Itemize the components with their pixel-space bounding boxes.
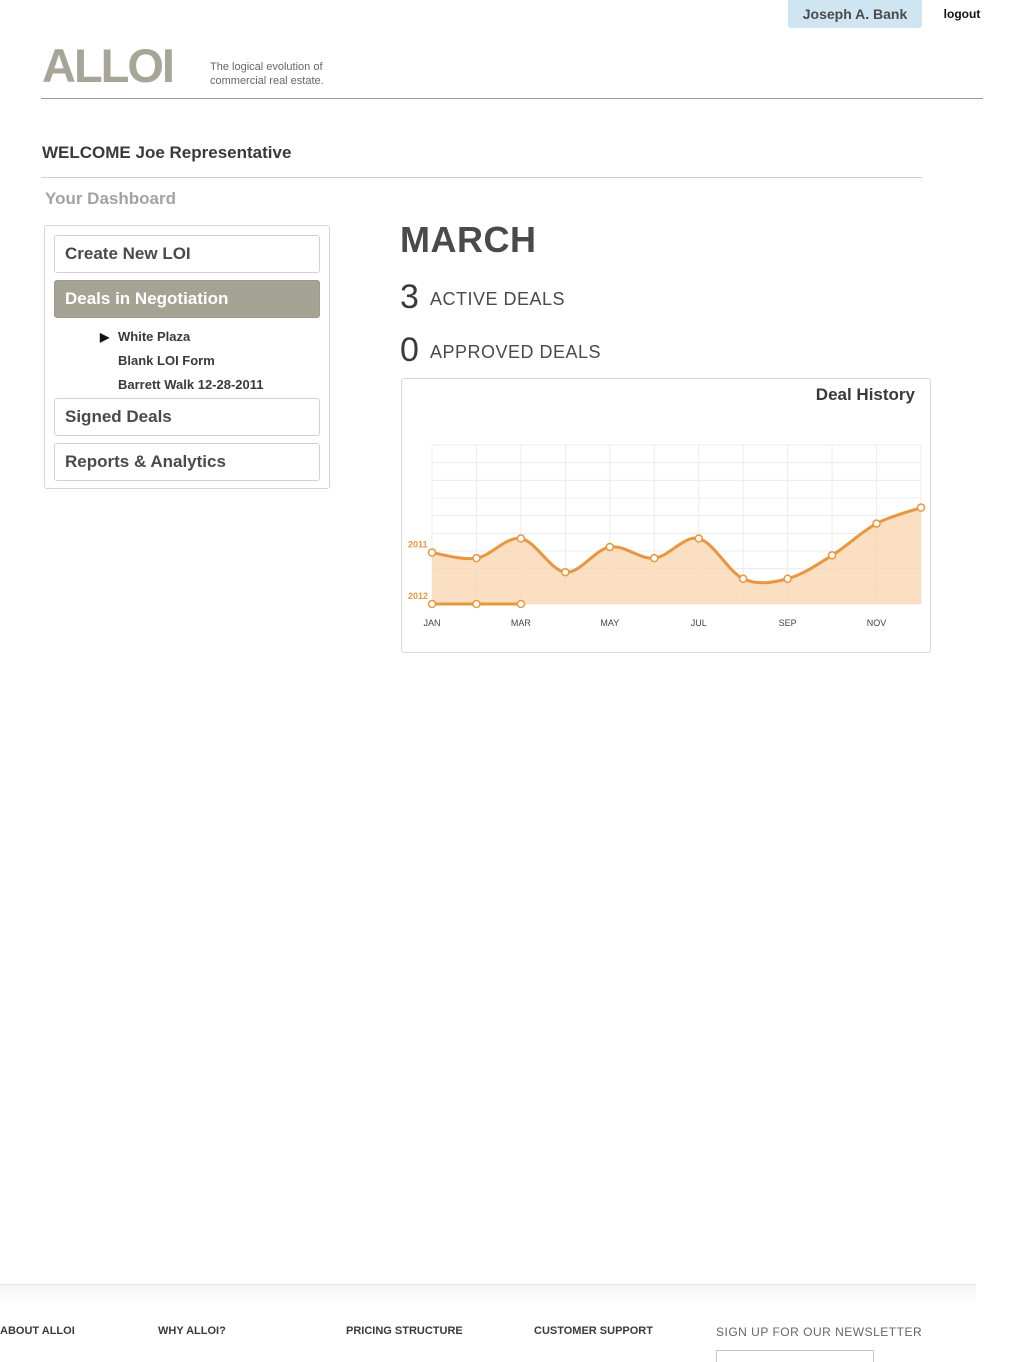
chart-point-2011: [472, 553, 481, 563]
deal-item-label: White Plaza: [118, 329, 191, 344]
chart-x-tick-label: JAN: [423, 618, 440, 628]
chart-series-label-2011: 2011: [408, 540, 428, 550]
chart-point-2011: [605, 542, 615, 552]
newsletter-email-input[interactable]: [716, 1350, 874, 1362]
reports-analytics-button[interactable]: Reports & Analytics: [54, 443, 320, 481]
dashboard-sidebar: Create New LOI Deals in Negotiation ▶ Wh…: [44, 225, 330, 489]
user-name-button[interactable]: Joseph A. Bank: [788, 0, 922, 28]
chart-x-tick-label: SEP: [779, 618, 797, 628]
chart-point-2011: [916, 503, 926, 512]
welcome-heading: WELCOME Joe Representative: [42, 143, 292, 162]
chart-point-2011: [694, 534, 703, 543]
chart-point-2011: [783, 574, 792, 583]
active-deals-count: 3: [400, 278, 419, 316]
footer-link-about[interactable]: ABOUT ALLOI: [0, 1325, 75, 1337]
deal-item-label: Barrett Walk 12-28-2011: [118, 377, 264, 392]
chart-x-tick-label: JUL: [691, 618, 707, 628]
footer-link-support[interactable]: CUSTOMER SUPPORT: [534, 1325, 653, 1337]
footer-link-why[interactable]: WHY ALLOI?: [158, 1325, 226, 1337]
footer-shade: [0, 1285, 976, 1305]
active-deals-label: ACTIVE DEALS: [430, 289, 566, 309]
selected-arrow-icon: ▶: [100, 330, 110, 344]
chart-point-2012: [516, 599, 526, 609]
tagline: The logical evolution of commercial real…: [210, 61, 324, 87]
chart-point-2012: [472, 599, 481, 609]
logout-link[interactable]: logout: [934, 7, 990, 21]
chart-x-tick-label: MAR: [511, 618, 531, 628]
chart-point-2011: [827, 551, 837, 560]
chart-title: Deal History: [815, 385, 915, 404]
deal-history-chart-svg: 2011 2012 JAN MAR MAY JUL SEP NOV: [408, 444, 926, 628]
deal-item-barrett-walk[interactable]: Barrett Walk 12-28-2011: [100, 374, 264, 398]
chart-point-2011: [561, 567, 570, 577]
deal-item-label: Blank LOI Form: [118, 353, 215, 368]
active-deals-stat: 3 ACTIVE DEALS: [400, 280, 565, 314]
deal-item-white-plaza[interactable]: ▶ White Plaza: [100, 326, 264, 350]
chart-x-tick-label: MAY: [600, 618, 619, 628]
chart-x-tick-label: NOV: [867, 618, 887, 628]
chart-point-2012: [427, 599, 437, 609]
chart-series-label-2012: 2012: [408, 591, 428, 601]
deals-in-negotiation-button[interactable]: Deals in Negotiation: [54, 280, 320, 318]
approved-deals-label: APPROVED DEALS: [430, 342, 602, 362]
chart-point-2011: [872, 519, 881, 528]
chart-point-2011: [650, 553, 659, 563]
newsletter-label: SIGN UP FOR OUR NEWSLETTER: [716, 1325, 923, 1339]
welcome-divider: [41, 177, 922, 178]
create-new-loi-button[interactable]: Create New LOI: [54, 235, 320, 273]
chart-area-2011: [432, 507, 921, 604]
logo[interactable]: ALLOI: [42, 42, 175, 89]
dashboard-title: Your Dashboard: [45, 189, 176, 208]
month-heading: MARCH: [400, 219, 537, 260]
footer-link-pricing[interactable]: PRICING STRUCTURE: [346, 1325, 463, 1337]
approved-deals-stat: 0 APPROVED DEALS: [400, 333, 601, 367]
deal-history-chart: 2011 2012 JAN MAR MAY JUL SEP NOV Deal History: [401, 378, 931, 653]
deal-item-blank-loi-form[interactable]: Blank LOI Form: [100, 350, 264, 374]
approved-deals-count: 0: [400, 331, 419, 369]
header-divider: [41, 98, 983, 99]
chart-point-2011: [516, 534, 526, 543]
signed-deals-button[interactable]: Signed Deals: [54, 398, 320, 436]
negotiation-deal-list: ▶ White Plaza Blank LOI Form Barrett Wal…: [100, 326, 264, 398]
chart-point-2011: [738, 574, 748, 583]
chart-point-2011: [427, 548, 437, 557]
